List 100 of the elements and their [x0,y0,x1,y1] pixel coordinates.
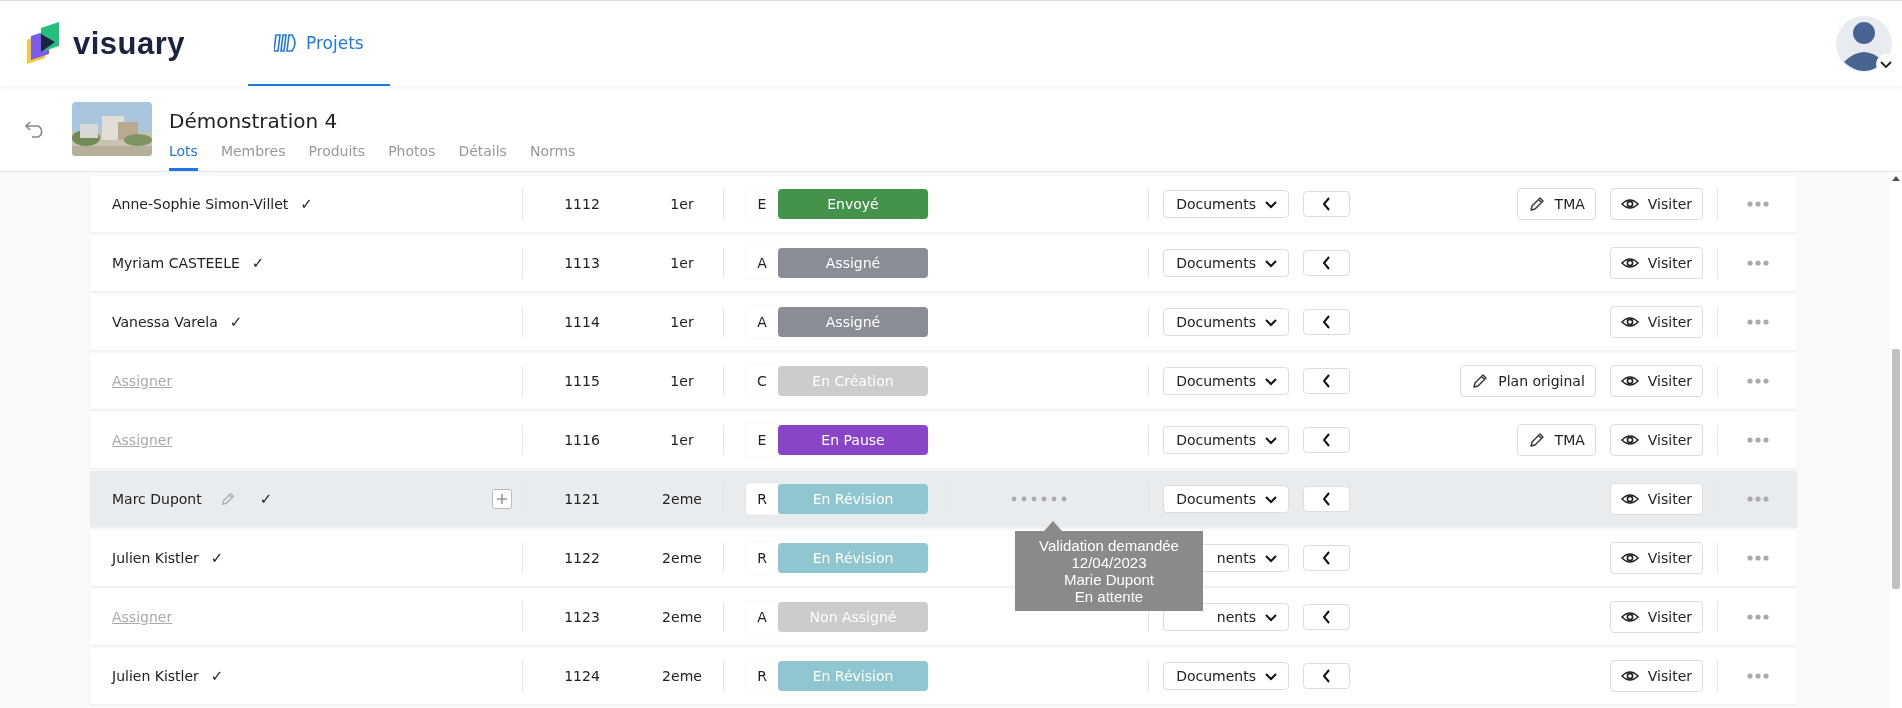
documents-dropdown[interactable]: Documents [1163,367,1289,395]
chevron-down-icon [1264,493,1278,505]
status-badge: Assigné [778,248,928,278]
documents-dropdown[interactable]: Documents [1163,308,1289,336]
check-mark: ✓ [229,313,243,331]
visit-button[interactable]: Visiter [1609,601,1703,633]
floor-label: 1er [669,314,695,330]
chevron-left-icon [1320,196,1333,212]
status-letter: R [746,483,778,515]
lot-number: 1112 [563,196,601,212]
status-badge: Envoyé [778,189,928,219]
chevron-down-icon [1264,611,1278,623]
more-icon[interactable] [1746,496,1769,502]
collapse-button[interactable] [1303,250,1350,276]
status-badge: En Révision [778,661,928,691]
chevron-left-icon [1320,491,1333,507]
collapse-button[interactable] [1303,604,1350,630]
logo-text: visuary [73,25,186,62]
chevron-left-icon [1320,668,1333,684]
table-row[interactable]: Assigner 1116 1er E En Pause Documents TMA Visiter [90,412,1797,468]
check-mark: ✓ [259,490,273,508]
scrollbar[interactable] [1890,172,1902,708]
lot-number: 1116 [563,432,601,448]
project-title: Démonstration 4 [169,109,339,133]
documents-dropdown[interactable]: Documents [1163,485,1289,513]
person-name: Vanessa Varela [112,314,218,330]
pencil-icon[interactable] [219,491,236,507]
more-icon[interactable] [1746,555,1769,561]
table-row[interactable]: Myriam CASTEELE ✓ 1113 1er A Assigné Documents Visiter [90,235,1797,291]
more-icon[interactable] [1746,378,1769,384]
visit-button[interactable]: Visiter [1609,365,1703,397]
collapse-button[interactable] [1303,663,1350,689]
more-icon[interactable] [1746,260,1769,266]
lot-number: 1123 [563,609,601,625]
person-name: Anne-Sophie Simon-Villet [112,196,289,212]
floor-label: 2eme [661,491,703,507]
documents-dropdown[interactable]: Documents [1163,190,1289,218]
collapse-button[interactable] [1303,486,1350,512]
check-mark: ✓ [210,667,224,685]
more-icon[interactable] [1746,201,1769,207]
collapse-button[interactable] [1303,309,1350,335]
visit-button[interactable]: Visiter [1609,542,1703,574]
floor-label: 2eme [661,609,703,625]
collapse-button[interactable] [1303,427,1350,453]
status-letter: A [746,601,778,633]
add-icon[interactable] [492,489,512,509]
edit-button[interactable]: TMA [1516,424,1596,456]
floor-label: 1er [669,432,695,448]
table-row[interactable]: Anne-Sophie Simon-Villet ✓ 1112 1er E Envoyé Documents TMA Visiter [90,176,1797,232]
chevron-down-icon [1264,670,1278,682]
pencil-icon [1527,431,1546,449]
status-letter: C [746,365,778,397]
visit-button[interactable]: Visiter [1609,660,1703,692]
check-mark: ✓ [251,254,265,272]
person-name: Julien Kistler [112,550,199,566]
tooltip-text: 12/04/2023 [1070,554,1148,571]
documents-dropdown[interactable]: Documents [1163,662,1289,690]
edit-button[interactable]: TMA [1516,188,1596,220]
status-letter: R [746,542,778,574]
chevron-left-icon [1320,314,1333,330]
more-icon[interactable] [1746,614,1769,620]
documents-dropdown[interactable]: Documents [1163,249,1289,277]
check-mark: ✓ [210,549,224,567]
chevron-left-icon [1320,373,1333,389]
collapse-button[interactable] [1303,191,1350,217]
floor-label: 1er [669,255,695,271]
person-name: Marc Dupont [112,491,202,507]
more-icon[interactable] [1746,319,1769,325]
collapse-button[interactable] [1303,545,1350,571]
pencil-icon [1527,195,1546,213]
table-row[interactable]: Julien Kistler ✓ 1124 2eme R En Révision Documents Visiter [90,648,1797,704]
visit-button[interactable]: Visiter [1609,306,1703,338]
status-letter: A [746,306,778,338]
chevron-left-icon [1320,255,1333,271]
status-letter: E [746,188,778,220]
more-icon[interactable] [1746,673,1769,679]
chevron-down-icon [1264,257,1278,269]
lot-number: 1115 [563,373,601,389]
progress-dots-icon[interactable] [1011,496,1067,502]
documents-dropdown[interactable]: Documents [1163,426,1289,454]
chevron-left-icon [1320,550,1333,566]
check-mark: ✓ [300,195,313,213]
status-badge: En Pause [778,425,928,455]
lot-number: 1121 [563,491,601,507]
more-icon[interactable] [1746,437,1769,443]
tooltip-text: Marie Dupont [1062,571,1155,588]
chevron-left-icon [1320,432,1333,448]
visit-button[interactable]: Visiter [1609,483,1703,515]
visit-button[interactable]: Visiter [1609,247,1703,279]
chevron-down-icon [1264,198,1278,210]
edit-button[interactable]: Plan original [1460,365,1596,397]
lot-number: 1114 [563,314,601,330]
visit-button[interactable]: Visiter [1609,424,1703,456]
floor-label: 1er [669,196,695,212]
floor-label: 2eme [661,550,703,566]
table-row[interactable]: Vanessa Varela ✓ 1114 1er A Assigné Documents Visiter [90,294,1797,350]
collapse-button[interactable] [1303,368,1350,394]
columns-icon [274,31,298,54]
visit-button[interactable]: Visiter [1609,188,1703,220]
documents-dropdown[interactable]: nents [1163,603,1289,631]
